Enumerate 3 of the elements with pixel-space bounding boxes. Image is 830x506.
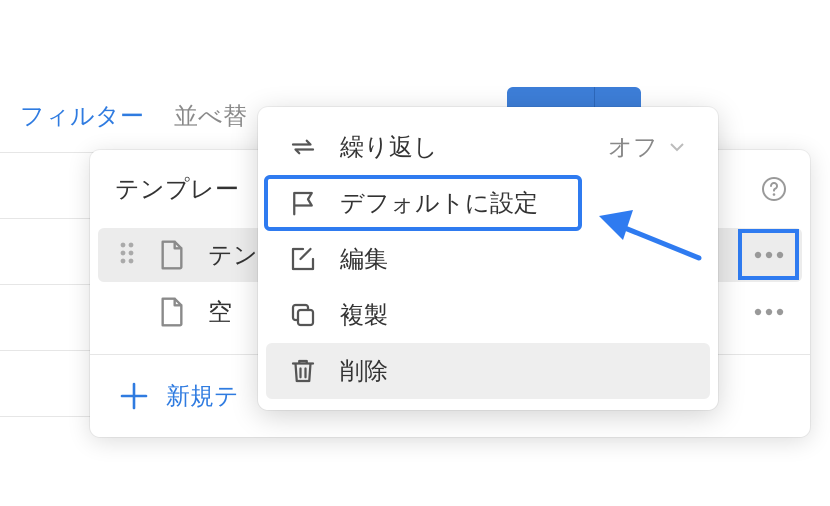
template-name: テン [208,240,258,271]
popover-title: テンプレー [115,174,239,205]
template-name: 空 [208,297,232,328]
